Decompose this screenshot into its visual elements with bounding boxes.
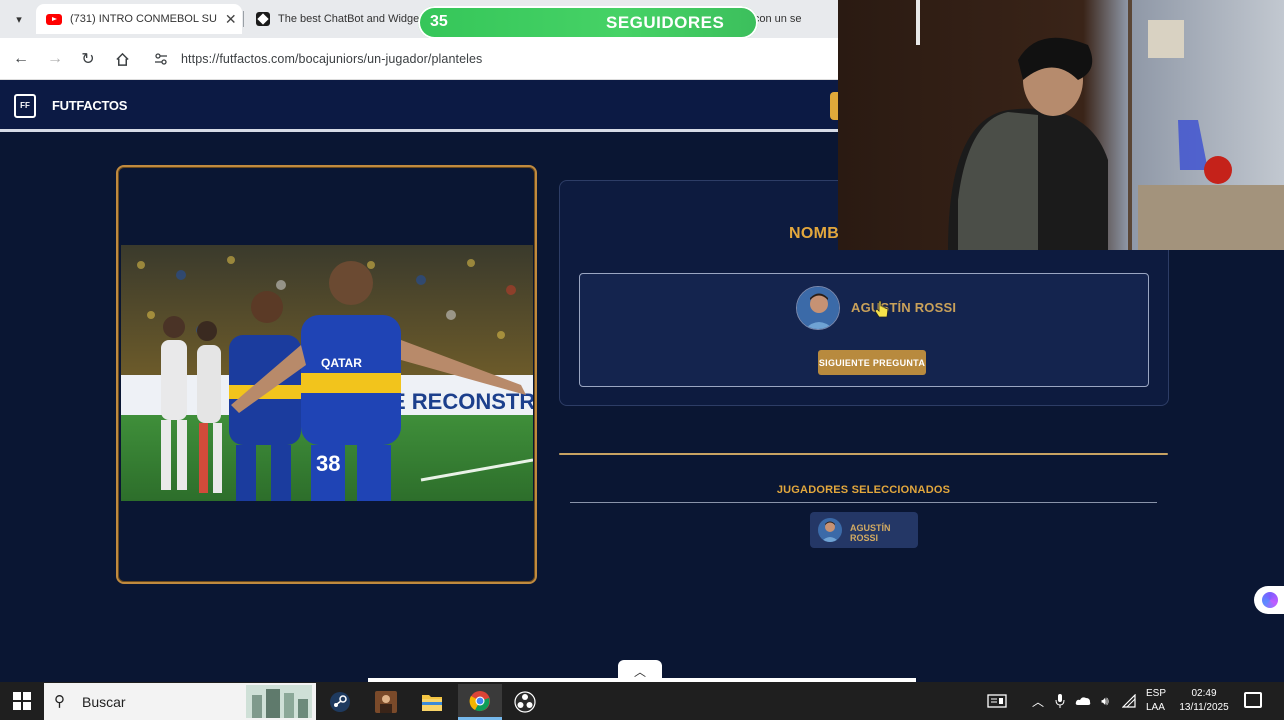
webcam-overlay	[838, 0, 1284, 250]
volume-icon[interactable]: 🔊︎	[1096, 682, 1114, 720]
player-avatar	[818, 518, 842, 542]
tab-title: (731) INTRO CONMEBOL SU	[70, 13, 217, 25]
clock-date: 13/11/2025	[1179, 702, 1229, 713]
screen: ▾ (731) INTRO CONMEBOL SU ✕ The best Cha…	[0, 0, 1284, 720]
answer-box: AGUSTÍN ROSSI SIGUIENTE PREGUNTA	[579, 273, 1149, 387]
assistant-icon	[1262, 592, 1278, 608]
title-underline	[570, 502, 1157, 503]
clock-time: 02:49	[1191, 688, 1217, 699]
assistant-widget-button[interactable]	[1254, 586, 1284, 614]
home-icon[interactable]	[111, 48, 133, 70]
selected-players-title: JUGADORES SELECCIONADOS	[776, 484, 951, 496]
browser-tab-bar: ▾ (731) INTRO CONMEBOL SU ✕ The best Cha…	[0, 0, 838, 39]
selected-player-name: AGUSTÍN ROSSI	[850, 523, 891, 543]
tab-title: The best ChatBot and Widge	[278, 13, 420, 25]
svg-text:QATAR: QATAR	[321, 356, 362, 370]
input-language-indicator[interactable]: ESP LAA	[1146, 687, 1166, 715]
keyboard-layout: LAA	[1146, 702, 1165, 713]
player-celebration-photo: E RECONSTRU	[121, 245, 533, 501]
followers-label: SEGUIDORES	[606, 13, 725, 32]
photo-app-icon[interactable]	[364, 684, 408, 720]
section-divider	[559, 453, 1168, 455]
tab-search-chevron-icon[interactable]: ▾	[8, 8, 30, 30]
player-photo-card: E RECONSTRU	[116, 165, 537, 584]
obs-icon[interactable]	[503, 684, 547, 720]
reload-icon[interactable]: ↻	[77, 48, 99, 70]
news-widget-icon[interactable]	[984, 682, 1010, 720]
site-settings-icon[interactable]	[152, 50, 170, 68]
file-explorer-icon[interactable]	[410, 684, 454, 720]
microphone-icon[interactable]	[1052, 682, 1068, 720]
language-code: ESP	[1146, 688, 1167, 699]
futfactos-logo-icon[interactable]: FF	[14, 94, 36, 118]
tab-youtube[interactable]: (731) INTRO CONMEBOL SU ✕	[36, 4, 242, 34]
search-highlight-image	[246, 685, 312, 718]
forward-arrow-icon[interactable]: →	[44, 48, 66, 70]
search-icon: ⚲	[54, 693, 65, 710]
back-arrow-icon[interactable]: ←	[10, 48, 32, 70]
player-avatar	[796, 286, 840, 330]
chevron-up-icon[interactable]: ︿	[1030, 682, 1046, 720]
hand-cursor-icon	[874, 300, 889, 318]
tab-chatbot[interactable]: The best ChatBot and Widge	[246, 4, 446, 34]
search-placeholder: Buscar	[82, 694, 126, 710]
close-icon[interactable]: ✕	[225, 11, 237, 28]
onedrive-icon[interactable]	[1074, 682, 1092, 720]
network-icon[interactable]	[1120, 682, 1138, 720]
tab-separator	[243, 11, 244, 27]
chrome-icon[interactable]	[458, 684, 502, 720]
svg-text:E RECONSTRU: E RECONSTRU	[391, 389, 533, 414]
site-logo-text[interactable]: FUTFACTOS	[52, 98, 127, 113]
notifications-icon[interactable]	[1244, 692, 1262, 708]
taskbar-search-input[interactable]: ⚲ Buscar	[44, 683, 316, 720]
followers-overlay: 35 SEGUIDORES	[418, 6, 758, 39]
answer-player-name[interactable]: AGUSTÍN ROSSI	[851, 300, 956, 315]
next-question-button[interactable]: SIGUIENTE PREGUNTA	[818, 350, 926, 375]
taskbar: ⚲ Buscar ︿ 🔊︎ ESP LAA 02:49 13/11/2025	[0, 682, 1284, 720]
url-field[interactable]: https://futfactos.com/bocajuniors/un-jug…	[181, 52, 482, 66]
chatbot-icon	[256, 12, 270, 26]
svg-text:38: 38	[316, 451, 340, 476]
steam-icon[interactable]	[318, 684, 362, 720]
windows-start-icon[interactable]	[8, 690, 36, 712]
youtube-icon	[46, 13, 62, 25]
followers-count: 35	[430, 13, 448, 30]
address-bar: ← → ↻ https://futfactos.com/bocajuniors/…	[0, 38, 838, 80]
selected-player-chip[interactable]: AGUSTÍN ROSSI	[810, 512, 918, 548]
system-clock[interactable]: 02:49 13/11/2025	[1176, 687, 1232, 715]
